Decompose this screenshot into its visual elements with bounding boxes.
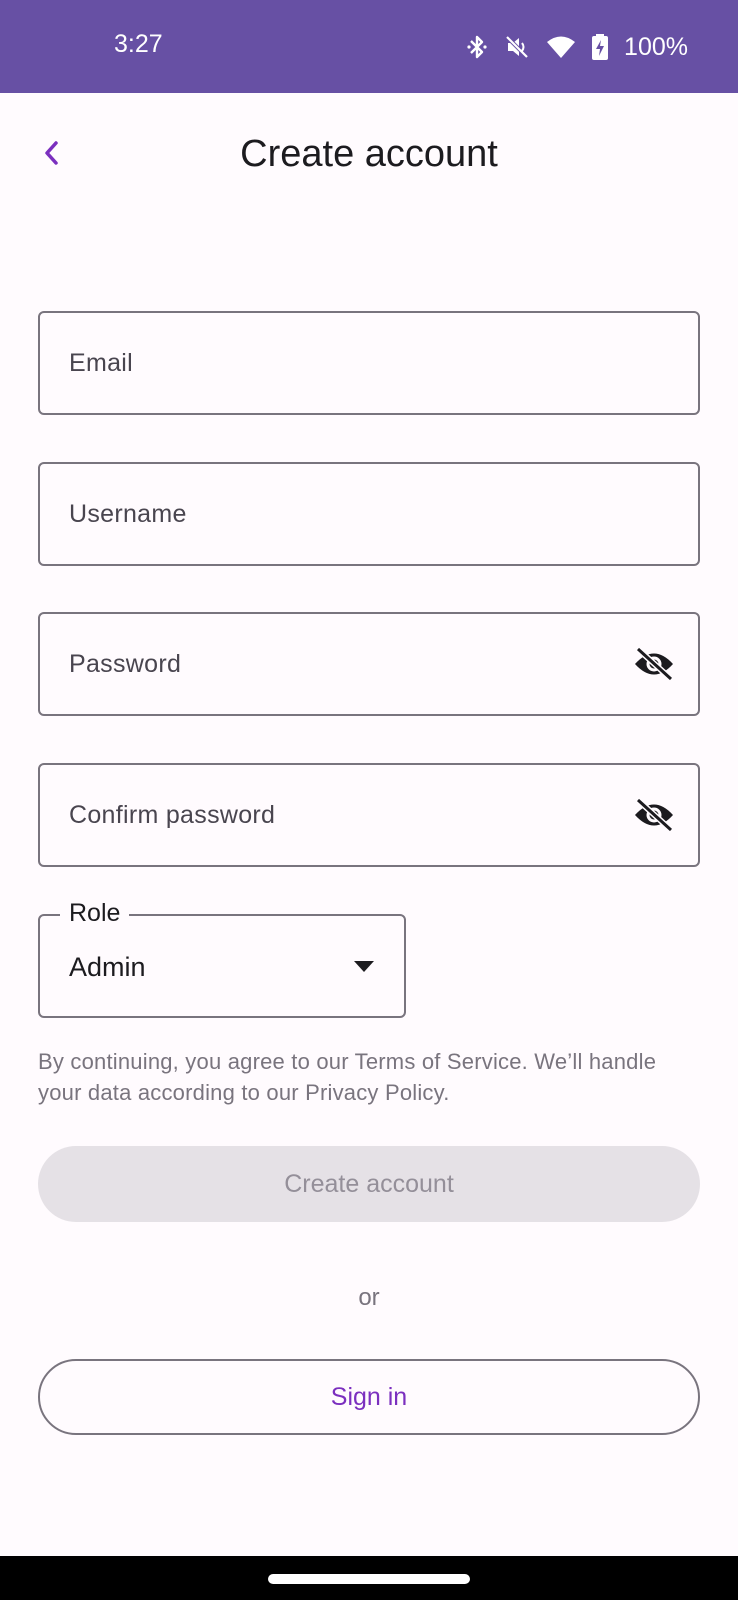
role-value: Admin [69,952,146,982]
status-time: 3:27 [114,30,163,58]
bluetooth-icon [466,34,488,60]
dropdown-arrow-icon [354,960,374,978]
email-placeholder: Email [69,349,134,377]
password-visibility-toggle[interactable] [632,644,676,688]
battery-charging-icon [592,34,609,60]
password-placeholder: Password [69,650,182,678]
role-label: Role [60,899,130,928]
status-icons: 100% [466,30,688,64]
confirm-password-visibility-toggle[interactable] [632,795,676,839]
wifi-icon [546,35,576,59]
password-field[interactable]: Password [38,612,700,716]
vibrate-off-icon [504,34,530,60]
battery-percent: 100% [624,32,688,61]
page-title: Create account [240,133,498,175]
create-account-button[interactable]: Create account [38,1146,700,1222]
eye-off-icon [633,646,675,686]
role-dropdown[interactable]: Role Admin [38,899,406,1018]
navigation-bar [0,1556,738,1600]
email-field[interactable]: Email [38,311,700,415]
username-field[interactable]: Username [38,462,700,566]
eye-off-icon [633,797,675,837]
confirm-password-field[interactable]: Confirm password [38,763,700,867]
status-bar: 3:27 100% [0,0,738,93]
sign-in-button[interactable]: Sign in [38,1359,700,1435]
confirm-password-placeholder: Confirm password [69,801,276,829]
username-placeholder: Username [69,500,187,528]
home-gesture-handle[interactable] [268,1574,470,1584]
legal-notice: By continuing, you agree to our Terms of… [38,1049,657,1105]
or-divider: or [358,1284,380,1311]
top-app-bar: Create account [0,93,738,213]
